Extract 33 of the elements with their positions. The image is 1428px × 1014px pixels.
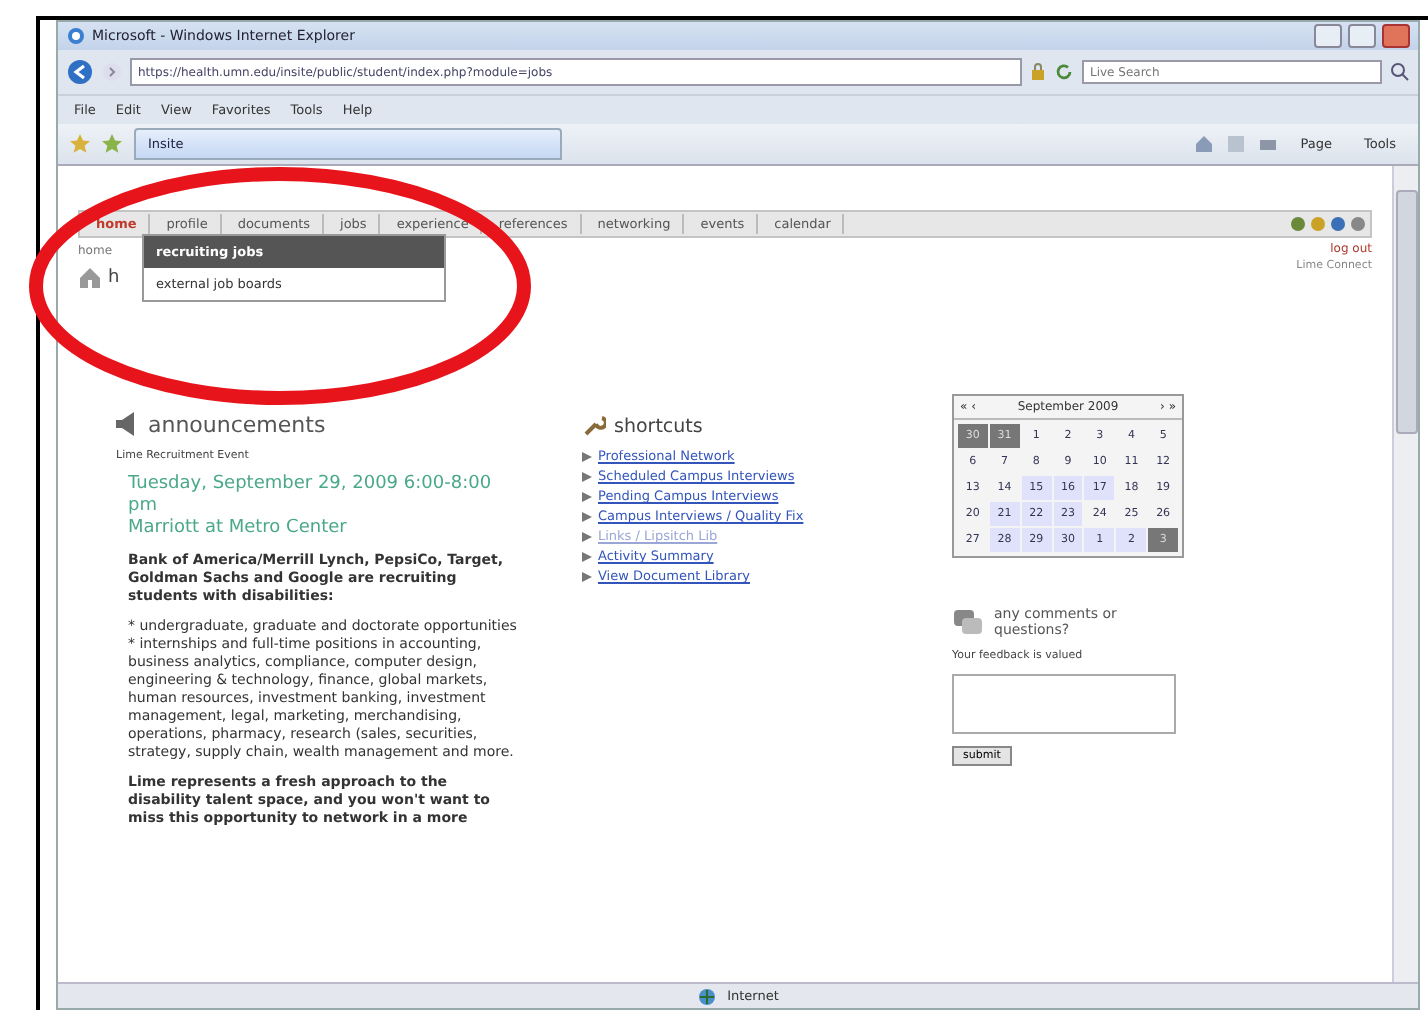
arrow-bullet-icon bbox=[582, 531, 592, 541]
lock-icon bbox=[1030, 62, 1046, 82]
speech-bubbles-icon bbox=[952, 608, 984, 636]
arrow-bullet-icon bbox=[582, 471, 592, 481]
favorites-star-icon[interactable] bbox=[70, 134, 90, 154]
add-favorite-icon[interactable] bbox=[102, 134, 122, 154]
scrollbar-thumb[interactable] bbox=[1395, 190, 1417, 434]
arrow-bullet-icon bbox=[582, 451, 592, 461]
event-details: Tuesday, September 29, 2009 6:00-8:00 pm Marriott at Metro Center bbox=[126, 474, 494, 540]
globe-icon bbox=[697, 987, 716, 1005]
close-button[interactable] bbox=[1382, 24, 1410, 48]
toolbar-circle-icon[interactable] bbox=[1330, 216, 1346, 232]
toolbar-circle-icon[interactable] bbox=[1350, 216, 1366, 232]
back-icon[interactable] bbox=[66, 58, 94, 86]
browser-logo-icon bbox=[66, 26, 86, 46]
toolbar-circle-icon[interactable] bbox=[1310, 216, 1326, 232]
arrow-bullet-icon bbox=[582, 491, 592, 501]
refresh-icon[interactable] bbox=[1054, 62, 1074, 82]
search-icon[interactable] bbox=[1390, 62, 1410, 82]
minimize-button[interactable] bbox=[1314, 24, 1342, 48]
megaphone-icon bbox=[112, 410, 140, 438]
section-title: shortcuts bbox=[614, 415, 703, 437]
feedback-field[interactable] bbox=[952, 674, 1176, 734]
maximize-button[interactable] bbox=[1348, 24, 1376, 48]
arrow-bullet-icon bbox=[582, 551, 592, 561]
section-title: announcements bbox=[148, 411, 326, 437]
page-heading: h bbox=[108, 268, 120, 288]
arrow-bullet-icon bbox=[582, 511, 592, 521]
house-icon bbox=[78, 266, 102, 290]
arrow-bullet-icon bbox=[582, 571, 592, 581]
forward-icon[interactable] bbox=[102, 60, 122, 84]
toolbar-circle-icon[interactable] bbox=[1290, 216, 1306, 232]
home-icon[interactable] bbox=[1194, 134, 1215, 154]
